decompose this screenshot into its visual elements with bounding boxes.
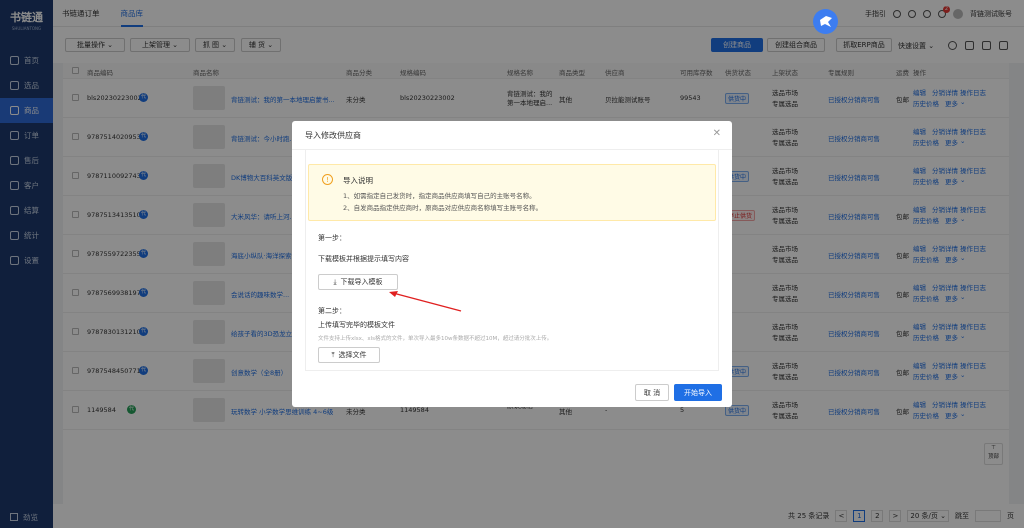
notice-title: 导入说明: [343, 176, 373, 185]
dialog-title: 导入修改供应商: [305, 131, 361, 140]
step2-title: 第二步：: [318, 307, 346, 315]
start-import-button[interactable]: 开始导入: [674, 384, 722, 401]
step2-desc: 上传填写完毕的模板文件: [318, 321, 395, 329]
close-icon[interactable]: ✕: [713, 128, 721, 139]
assistant-bird-icon[interactable]: [813, 9, 838, 34]
upload-icon: ⤒: [331, 350, 335, 359]
download-icon: ⤓: [333, 277, 337, 286]
warning-icon: !: [322, 174, 333, 185]
import-supplier-dialog: 导入修改供应商 ✕ ! 导入说明 1、如需指定自己发货时，指定商品供应商填写自己…: [292, 121, 732, 407]
notice-line-2: 2、自发商品指定供应商时，原商品对应供应商名称填写主账号名称。: [343, 204, 543, 212]
annotation-arrow: [389, 291, 462, 312]
dialog-body: ! 导入说明 1、如需指定自己发货时，指定商品供应商填写自己的主账号名称。 2、…: [305, 150, 719, 371]
notice-line-1: 1、如需指定自己发货时，指定商品供应商填写自己的主账号名称。: [343, 192, 536, 200]
choose-file-button[interactable]: ⤒ 选择文件: [318, 347, 380, 363]
step1-title: 第一步：: [318, 234, 346, 242]
upload-hint: 文件支持上传xlsx、xls格式的文件，单次导入最多10w条数据不超过10M，超…: [318, 336, 553, 342]
step1-desc: 下载模板并根据提示填写内容: [318, 255, 409, 263]
import-notice: ! 导入说明 1、如需指定自己发货时，指定商品供应商填写自己的主账号名称。 2、…: [308, 164, 716, 221]
cancel-button[interactable]: 取 消: [635, 384, 669, 401]
